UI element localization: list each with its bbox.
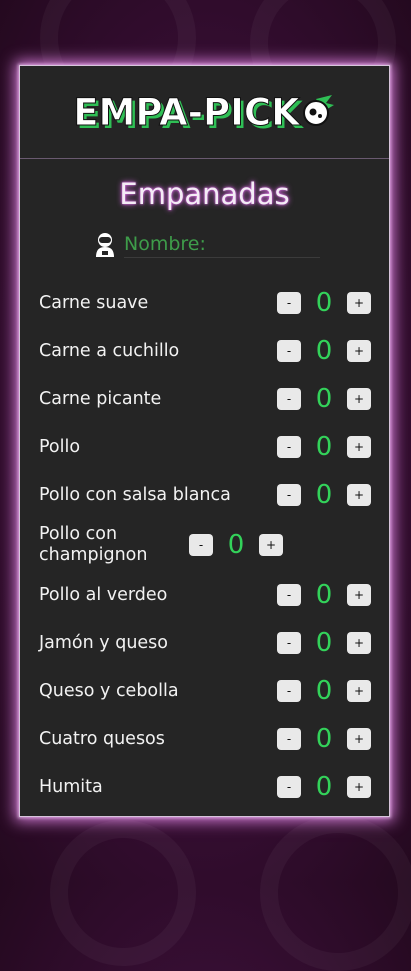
list-item: Cuatro quesos - 0 + xyxy=(20,715,389,763)
increment-button[interactable]: + xyxy=(347,632,371,654)
brand-header: EMPA-PICK xyxy=(20,66,389,159)
rocket-ball-icon xyxy=(302,93,336,131)
item-label: Jamón y queso xyxy=(39,632,169,653)
decrement-button[interactable]: - xyxy=(189,534,213,556)
quantity-stepper: - 0 + xyxy=(277,384,371,414)
background-decoration xyxy=(260,815,411,971)
list-item: Queso y cebolla - 0 + xyxy=(20,667,389,715)
quantity-stepper: - 0 + xyxy=(189,530,283,560)
item-label: Pollo con champignon xyxy=(39,524,148,565)
list-item: Carne a cuchillo - 0 + xyxy=(20,327,389,375)
increment-button[interactable]: + xyxy=(347,680,371,702)
decrement-button[interactable]: - xyxy=(277,584,301,606)
list-item: Pollo con salsa blanca - 0 + xyxy=(20,471,389,519)
name-input[interactable] xyxy=(124,232,320,258)
quantity-value: 0 xyxy=(315,676,333,706)
app-logo-text: EMPA-PICK xyxy=(73,90,301,134)
quantity-stepper: - 0 + xyxy=(277,628,371,658)
item-label: Carne picante xyxy=(39,388,162,409)
list-item: Pollo al verdeo - 0 + xyxy=(20,571,389,619)
list-item: Carne picante - 0 + xyxy=(20,375,389,423)
increment-button[interactable]: + xyxy=(347,436,371,458)
list-item: Pollo - 0 + xyxy=(20,423,389,471)
astronaut-user-icon xyxy=(94,232,116,258)
increment-button[interactable]: + xyxy=(347,728,371,750)
quantity-value: 0 xyxy=(227,530,245,560)
quantity-value: 0 xyxy=(315,772,333,802)
list-item: Humita - 0 + xyxy=(20,763,389,811)
list-item: Pollo con champignon - 0 + xyxy=(20,519,389,571)
quantity-value: 0 xyxy=(315,628,333,658)
quantity-value: 0 xyxy=(315,336,333,366)
decrement-button[interactable]: - xyxy=(277,340,301,362)
decrement-button[interactable]: - xyxy=(277,680,301,702)
order-card: EMPA-PICK Empanadas Carne suave xyxy=(19,65,390,817)
quantity-value: 0 xyxy=(315,384,333,414)
increment-button[interactable]: + xyxy=(347,388,371,410)
increment-button[interactable]: + xyxy=(347,292,371,314)
item-label: Humita xyxy=(39,776,103,797)
item-label: Pollo al verdeo xyxy=(39,584,168,605)
quantity-stepper: - 0 + xyxy=(277,772,371,802)
quantity-stepper: - 0 + xyxy=(277,724,371,754)
increment-button[interactable]: + xyxy=(259,534,283,556)
decrement-button[interactable]: - xyxy=(277,292,301,314)
list-item: Jamón y queso - 0 + xyxy=(20,619,389,667)
decrement-button[interactable]: - xyxy=(277,632,301,654)
decrement-button[interactable]: - xyxy=(277,436,301,458)
empanada-list: Carne suave - 0 + Carne a cuchillo - 0 +… xyxy=(20,279,389,811)
increment-button[interactable]: + xyxy=(347,340,371,362)
item-label: Pollo xyxy=(39,436,81,457)
quantity-stepper: - 0 + xyxy=(277,336,371,366)
background-decoration xyxy=(50,820,196,966)
decrement-button[interactable]: - xyxy=(277,776,301,798)
quantity-value: 0 xyxy=(315,580,333,610)
decrement-button[interactable]: - xyxy=(277,484,301,506)
list-item: Carne suave - 0 + xyxy=(20,279,389,327)
item-label: Carne suave xyxy=(39,292,149,313)
quantity-stepper: - 0 + xyxy=(277,432,371,462)
increment-button[interactable]: + xyxy=(347,584,371,606)
quantity-stepper: - 0 + xyxy=(277,676,371,706)
quantity-value: 0 xyxy=(315,724,333,754)
quantity-value: 0 xyxy=(315,480,333,510)
page-title: Empanadas xyxy=(119,177,290,211)
quantity-stepper: - 0 + xyxy=(277,480,371,510)
quantity-stepper: - 0 + xyxy=(277,288,371,318)
quantity-stepper: - 0 + xyxy=(277,580,371,610)
item-label: Pollo con salsa blanca xyxy=(39,484,231,505)
increment-button[interactable]: + xyxy=(347,484,371,506)
name-field-row xyxy=(94,231,389,259)
quantity-value: 0 xyxy=(315,288,333,318)
item-label: Queso y cebolla xyxy=(39,680,179,701)
decrement-button[interactable]: - xyxy=(277,728,301,750)
increment-button[interactable]: + xyxy=(347,776,371,798)
item-label: Cuatro quesos xyxy=(39,728,165,749)
item-label: Carne a cuchillo xyxy=(39,340,180,361)
quantity-value: 0 xyxy=(315,432,333,462)
decrement-button[interactable]: - xyxy=(277,388,301,410)
